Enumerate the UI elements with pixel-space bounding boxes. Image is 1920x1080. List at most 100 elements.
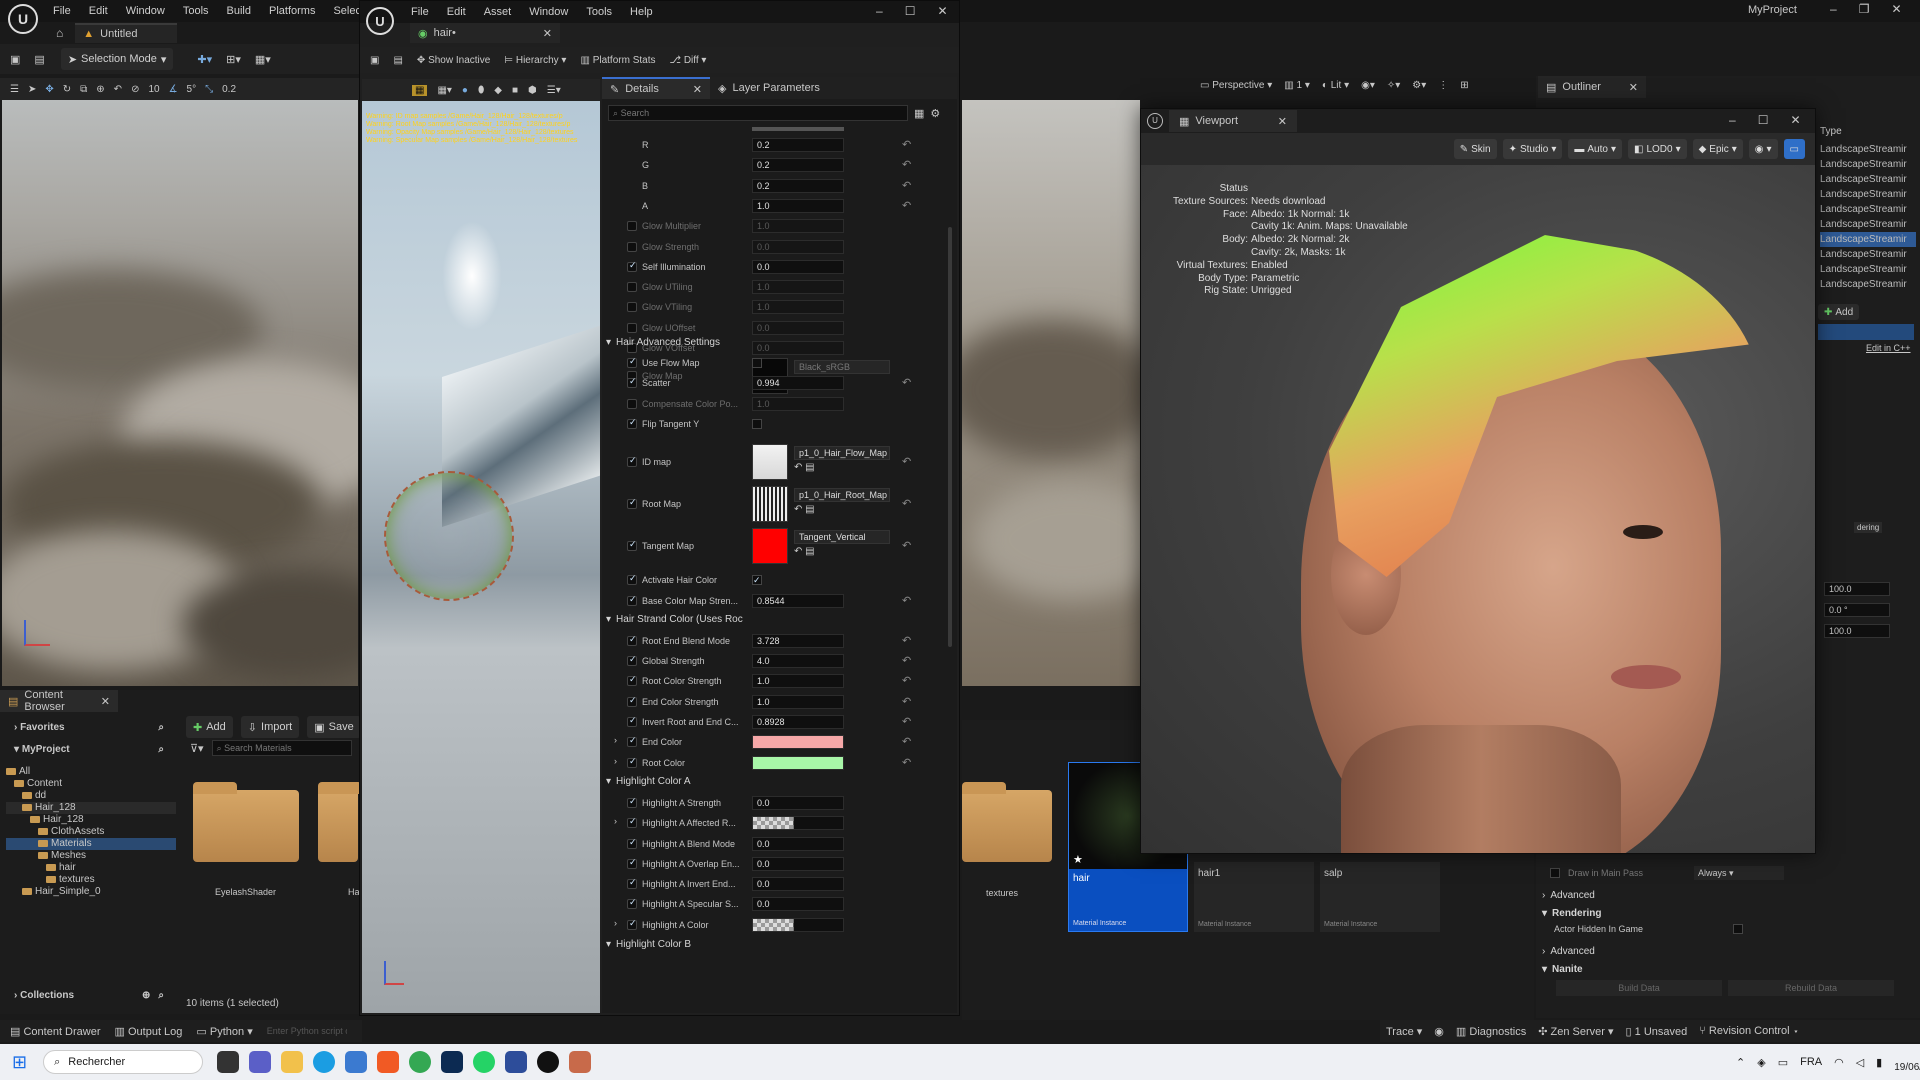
tree-folder[interactable]: dd <box>6 790 176 802</box>
menu-item-platforms[interactable]: Platforms <box>260 1 324 21</box>
property-checkbox[interactable] <box>627 857 637 869</box>
property-value[interactable]: 0.8544 <box>752 593 844 608</box>
maximize-icon[interactable]: ☐ <box>905 4 916 18</box>
home-icon[interactable]: ⌂ <box>56 26 63 40</box>
chrome-icon[interactable] <box>409 1051 432 1073</box>
property-checkbox[interactable] <box>627 398 637 409</box>
file-explorer-icon[interactable] <box>281 1051 304 1073</box>
windows-start-icon[interactable]: ⊞ <box>12 1052 27 1073</box>
property-checkbox[interactable] <box>627 816 637 829</box>
advanced-section[interactable]: › Advanced <box>1542 886 1887 904</box>
build-data-button[interactable]: Build Data <box>1556 980 1722 996</box>
browse-asset-icon[interactable]: ↶ ▤ <box>794 462 815 473</box>
property-checkbox[interactable] <box>627 497 637 510</box>
mat-tab[interactable]: ◉ hair• ✕ <box>410 23 560 43</box>
property-value[interactable]: 1.0 <box>752 674 844 689</box>
python-input[interactable]: Enter Python script or a filename <box>267 1026 347 1036</box>
chevron-right-icon[interactable]: › <box>614 816 617 826</box>
property-value[interactable] <box>752 816 844 831</box>
reset-icon[interactable]: ↶ <box>902 179 911 192</box>
asset-tile-hair1[interactable]: hair1 Material Instance <box>1194 862 1314 932</box>
close-tab-icon[interactable]: ✕ <box>1629 81 1638 94</box>
selection-mode-button[interactable]: ➤ Selection Mode ▾ <box>60 48 174 70</box>
type-column-header[interactable]: Type <box>1820 126 1842 137</box>
property-value[interactable]: 0.0 <box>752 877 844 892</box>
auto-button[interactable]: ▬ Auto ▾ <box>1568 139 1622 159</box>
reset-icon[interactable]: ↶ <box>902 199 911 212</box>
tree-folder[interactable]: hair <box>6 862 176 874</box>
tree-folder[interactable]: All <box>6 766 176 778</box>
revision-control-button[interactable]: ⑂ Revision Control ▾ <box>1699 1025 1799 1037</box>
outliner-tab[interactable]: ▤ Outliner ✕ <box>1538 76 1646 98</box>
property-checkbox[interactable]: ✓ <box>752 575 762 586</box>
close-tab-icon[interactable]: ✕ <box>101 695 110 708</box>
texture-dropdown[interactable]: Tangent_Vertical <box>794 530 890 545</box>
visibility-button[interactable]: ◉ ▾ <box>1748 139 1778 159</box>
search-icon[interactable]: ⌕ <box>158 744 164 755</box>
scale-snap-value[interactable]: 0.2 <box>222 84 236 95</box>
diagnostics-button[interactable]: ▥ Diagnostics <box>1456 1025 1526 1038</box>
menu-item-tools[interactable]: Tools <box>577 2 621 22</box>
property-checkbox[interactable] <box>627 455 637 468</box>
section-header[interactable]: ▾ Highlight Color B <box>606 935 951 953</box>
brave-icon[interactable] <box>377 1051 400 1073</box>
property-checkbox[interactable] <box>627 897 637 910</box>
chevron-right-icon[interactable]: › <box>614 918 617 928</box>
search-materials-input[interactable]: ⌕ Search Materials <box>211 740 352 756</box>
scale-snap-icon[interactable]: ⤡ <box>205 84 213 95</box>
property-checkbox[interactable] <box>627 282 637 293</box>
viewport-menu-icon[interactable]: ☰▾ <box>547 85 561 96</box>
taskbar-search-input[interactable]: ⌕ Rechercher <box>43 1050 204 1074</box>
property-value[interactable]: 0.2 <box>752 138 844 152</box>
diff-button[interactable]: ⎇ Diff ▾ <box>670 55 707 66</box>
whatsapp-icon[interactable] <box>473 1051 496 1073</box>
reset-icon[interactable]: ↶ <box>902 695 911 708</box>
minimize-icon[interactable]: – <box>876 4 883 18</box>
rotation-snap-icon[interactable]: ∡ <box>169 84 178 95</box>
property-checkbox[interactable] <box>627 322 637 333</box>
tray-chevron-icon[interactable]: ⌃ <box>1736 1056 1745 1069</box>
unreal-logo-icon[interactable]: U <box>366 7 394 35</box>
property-checkbox[interactable] <box>627 877 637 890</box>
property-value[interactable]: 3.728 <box>752 633 844 648</box>
property-value[interactable] <box>752 917 844 932</box>
transform-field[interactable]: 100.0 <box>1824 582 1890 596</box>
property-value[interactable]: 0.994 <box>752 376 844 391</box>
property-value[interactable] <box>752 755 844 770</box>
reset-icon[interactable]: ↶ <box>902 654 911 667</box>
grid-snap-value[interactable]: 10 <box>148 84 159 95</box>
level-tab[interactable]: ▲ Untitled <box>75 23 178 43</box>
property-checkbox[interactable] <box>627 376 637 389</box>
nanite-section[interactable]: ▾ Nanite <box>1542 960 1887 978</box>
reset-icon[interactable]: ↶ <box>902 497 911 510</box>
property-checkbox[interactable] <box>627 837 637 849</box>
tree-folder[interactable]: Hair_128 <box>6 802 176 814</box>
menu-item-file[interactable]: File <box>402 2 438 22</box>
property-checkbox[interactable] <box>627 796 637 808</box>
cylinder-preview-icon[interactable]: ⬮ <box>478 85 484 96</box>
outliner-row[interactable]: LandscapeStreamir <box>1820 172 1916 187</box>
close-icon[interactable]: ✕ <box>1891 2 1901 16</box>
unsaved-button[interactable]: ▯ 1 Unsaved <box>1626 1025 1688 1038</box>
property-checkbox[interactable] <box>627 634 637 646</box>
zen-server-button[interactable]: ✣ Zen Server ▾ <box>1538 1025 1613 1038</box>
more-icon[interactable]: ⋮ <box>1438 80 1448 91</box>
lit-button[interactable]: ◐ Lit ▾ <box>1322 80 1349 91</box>
minimize-icon[interactable]: – <box>1729 113 1736 127</box>
property-value[interactable]: 0.0 <box>752 836 844 851</box>
section-header[interactable]: ▾ Highlight Color A <box>606 773 951 791</box>
chevron-right-icon[interactable]: › <box>614 735 617 745</box>
property-value[interactable]: 4.0 <box>752 654 844 669</box>
rebuild-data-button[interactable]: Rebuild Data <box>1728 980 1894 996</box>
property-value[interactable]: 1.0 <box>752 300 844 315</box>
search-icon[interactable]: ⌕ <box>158 990 164 1001</box>
reset-icon[interactable]: ↶ <box>902 756 911 769</box>
reset-icon[interactable]: ↶ <box>902 376 911 389</box>
outliner-row[interactable]: LandscapeStreamir <box>1820 187 1916 202</box>
plane-preview-icon[interactable]: ◆ <box>494 85 502 96</box>
add-button[interactable]: ✚ Add <box>186 716 233 738</box>
settings-icon[interactable]: ⚙▾ <box>1412 80 1426 91</box>
advanced-section-2[interactable]: › Advanced <box>1542 942 1887 960</box>
property-value[interactable]: 0.2 <box>752 178 844 193</box>
layout-icon[interactable]: ⊞ <box>1460 80 1468 91</box>
